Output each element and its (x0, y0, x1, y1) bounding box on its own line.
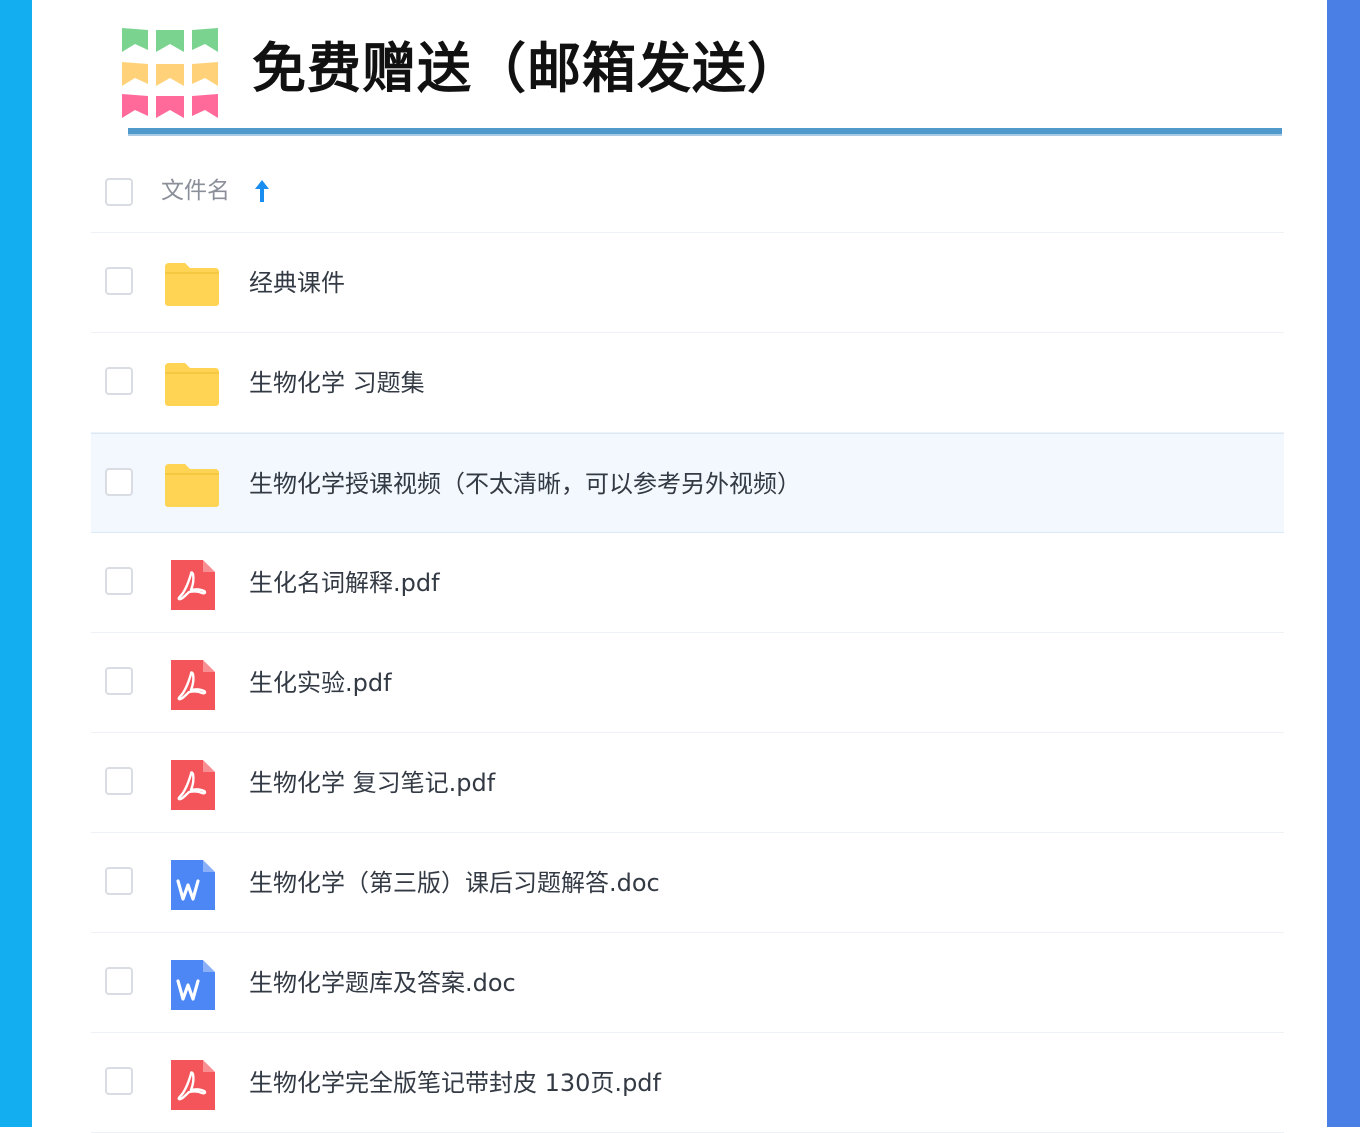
select-all-checkbox[interactable] (105, 178, 133, 206)
row-checkbox[interactable] (105, 667, 133, 695)
left-accent-bar (0, 0, 32, 1127)
file-row[interactable]: 经典课件 (91, 233, 1284, 333)
file-list: 文件名 经典课件生物化学 习题集生物化学授课视频（不太清晰，可以参考另外视频） 生… (91, 150, 1284, 1133)
pdf-file-icon (167, 1058, 217, 1112)
file-list-header: 文件名 (91, 150, 1284, 233)
file-name-link[interactable]: 生物化学完全版笔记带封皮 130页.pdf (249, 1063, 661, 1103)
row-checkbox[interactable] (105, 767, 133, 795)
file-row[interactable]: 生物化学（第三版）课后习题解答.doc (91, 833, 1284, 933)
word-doc-icon (167, 858, 217, 912)
file-row[interactable]: 生物化学 习题集 (91, 333, 1284, 433)
file-row[interactable]: 生物化学 复习笔记.pdf (91, 733, 1284, 833)
pdf-file-icon (167, 758, 217, 812)
folder-icon (163, 462, 221, 508)
folder-icon (163, 361, 221, 407)
file-name-link[interactable]: 生物化学 习题集 (249, 363, 425, 403)
row-checkbox[interactable] (105, 867, 133, 895)
word-doc-icon (167, 958, 217, 1012)
pdf-file-icon (167, 558, 217, 612)
file-name-link[interactable]: 生化实验.pdf (249, 663, 392, 703)
pdf-file-icon (167, 658, 217, 712)
row-checkbox[interactable] (105, 468, 133, 496)
bunting-flags-icon (122, 28, 218, 118)
file-name-link[interactable]: 经典课件 (249, 263, 345, 303)
column-header-filename[interactable]: 文件名 (161, 174, 230, 208)
file-row[interactable]: 生物化学授课视频（不太清晰，可以参考另外视频） (91, 433, 1284, 533)
file-name-link[interactable]: 生化名词解释.pdf (249, 563, 440, 603)
page-title: 免费赠送（邮箱发送） (252, 37, 802, 100)
right-accent-bar (1327, 0, 1360, 1127)
file-name-link[interactable]: 生物化学授课视频（不太清晰，可以参考另外视频） (249, 464, 801, 504)
file-name-link[interactable]: 生物化学题库及答案.doc (249, 963, 516, 1003)
title-underline (128, 128, 1282, 136)
row-checkbox[interactable] (105, 1067, 133, 1095)
file-row[interactable]: 生化名词解释.pdf (91, 533, 1284, 633)
file-name-link[interactable]: 生物化学（第三版）课后习题解答.doc (249, 863, 660, 903)
row-checkbox[interactable] (105, 367, 133, 395)
row-checkbox[interactable] (105, 567, 133, 595)
file-name-link[interactable]: 生物化学 复习笔记.pdf (249, 763, 495, 803)
file-row[interactable]: 生物化学完全版笔记带封皮 130页.pdf (91, 1033, 1284, 1133)
row-checkbox[interactable] (105, 967, 133, 995)
file-row[interactable]: 生物化学题库及答案.doc (91, 933, 1284, 1033)
arrow-up-icon[interactable] (253, 178, 271, 204)
file-row[interactable]: 生化实验.pdf (91, 633, 1284, 733)
folder-icon (163, 261, 221, 307)
row-checkbox[interactable] (105, 267, 133, 295)
